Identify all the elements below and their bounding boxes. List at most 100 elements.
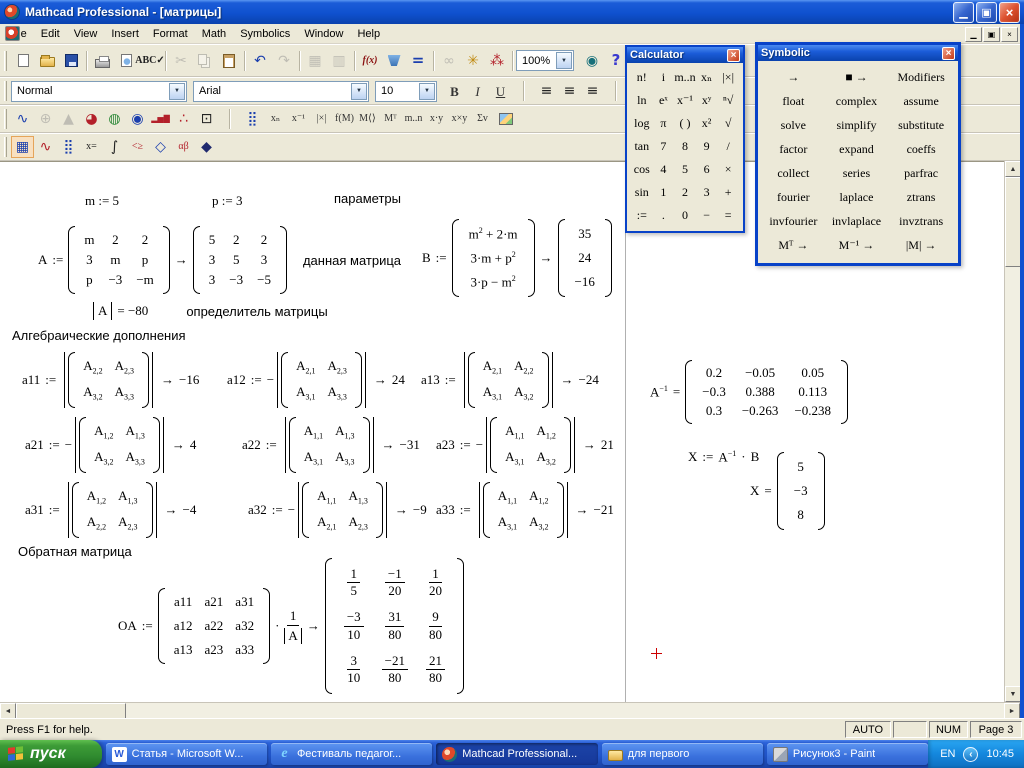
vertical-scrollbar[interactable]: ▲ ▼ [1004,161,1020,702]
taskbar-button-word[interactable]: W Статья - Microsoft W... [106,743,267,765]
symbolic-keyword-button[interactable]: ztrans [889,185,953,209]
menu-item[interactable]: Help [350,26,387,42]
calculator-key[interactable]: eˣ [653,89,675,112]
contour-plot-button[interactable]: ◍ [103,108,126,130]
scroll-left-arrow[interactable]: ◄ [0,703,16,719]
menu-item[interactable]: View [67,26,105,42]
vertical-scroll-thumb[interactable] [1005,177,1021,267]
determinant-button[interactable]: |×| [310,108,333,130]
insert-unit-button[interactable] [382,49,406,73]
toolbar-grip[interactable] [4,137,7,157]
close-icon[interactable]: × [942,47,955,60]
calculator-key[interactable]: log [631,112,653,135]
calculator-key[interactable]: / [717,135,739,158]
symbolic-keyword-button[interactable]: → [763,65,824,89]
symbolic-keyword-button[interactable]: assume [889,89,953,113]
calculator-key[interactable]: − [696,204,718,227]
insert-hyperlink-button[interactable]: ∞ [437,49,461,73]
chevron-down-icon[interactable]: ▼ [419,83,435,100]
open-button[interactable] [35,49,59,73]
mdi-close-button[interactable]: × [1001,27,1018,42]
language-indicator[interactable]: EN [940,748,955,760]
calculator-key[interactable]: ( ) [674,112,696,135]
boolean-palette-button[interactable]: <≥ [126,136,149,158]
transpose-button[interactable]: Mᵀ [379,108,402,130]
matrix-b-region[interactable]: B := m2 + 2·m 3·m + p2 3·p − m2 → 35 24 … [422,210,612,306]
cofactor-heading-text[interactable]: Алгебраические дополнения [12,328,186,343]
calculator-key[interactable]: m..n [674,66,696,89]
align-down-button[interactable]: ▥ [327,49,351,73]
symbolic-keyword-button[interactable]: complex [824,89,890,113]
underline-button[interactable]: U [489,80,512,102]
calculator-key[interactable]: sin [631,181,653,204]
menu-item[interactable]: Format [146,26,195,42]
params-text-region[interactable]: параметры [334,191,401,206]
symbolic-keyword-button[interactable]: M⁻¹ → [824,233,890,257]
align-right-button[interactable]: ≡ [581,80,604,102]
cross-product-button[interactable]: x×y [448,108,471,130]
evaluation-palette-button[interactable]: x= [80,136,103,158]
symbolic-keyword-button[interactable]: Mᵀ → [763,233,824,257]
3d-scatter-plot-button[interactable]: ∴ [172,108,195,130]
a33[interactable]: a33 := A1,1 A1,2 A3,1 A3,2 → − [436,482,614,538]
a32[interactable]: a32 := − A1,1 A1,3 A2,1 A2,3 → [248,482,427,538]
surface-plot-button[interactable]: ◕ [80,108,103,130]
zoom-plot-button[interactable]: ⊡ [195,108,218,130]
calculus-palette-button[interactable]: ∫ [103,136,126,158]
symbolic-keyword-button[interactable]: substitute [889,113,953,137]
a22[interactable]: a22 := A1,1 A1,3 A3,1 A3,3 → − [242,417,420,473]
mathconnex-button[interactable]: ⁂ [485,49,509,73]
calculator-key[interactable]: π [653,112,675,135]
symbolic-keyword-button[interactable]: series [824,161,890,185]
calculator-key[interactable]: × [717,158,739,181]
x-value-region[interactable]: X = 5 −3 8 [750,456,825,526]
calculator-key[interactable]: 7 [653,135,675,158]
symbolic-keyword-button[interactable]: float [763,89,824,113]
mdi-restore-button[interactable]: ▣ [983,27,1000,42]
greek-palette-button[interactable]: αβ [172,136,195,158]
m-definition-region[interactable]: m := 5 [85,193,119,209]
save-button[interactable] [59,49,83,73]
calculator-key[interactable]: x² [696,112,718,135]
mdi-minimize-button[interactable]: ▁ [965,27,982,42]
symbolic-keyword-button[interactable]: fourier [763,185,824,209]
3d-bar-plot-button[interactable]: ▂▅▇ [149,108,172,130]
vectorize-button[interactable]: f(M) [333,108,356,130]
calculator-key[interactable]: √ [717,112,739,135]
calculator-key[interactable]: |×| [717,66,739,89]
symbolic-keyword-button[interactable]: invlaplace [824,209,890,233]
symbolic-keyword-button[interactable]: collect [763,161,824,185]
title-bar[interactable]: Mathcad Professional - [матрицы] ▁ ▣ × [0,0,1024,24]
calculator-key[interactable]: = [717,204,739,227]
a21[interactable]: a21 := − A1,2 A1,3 A3,2 A3,3 → [25,417,196,473]
new-button[interactable] [11,49,35,73]
symbolic-keyword-button[interactable]: expand [824,137,890,161]
scroll-right-arrow[interactable]: ► [1004,703,1020,719]
menu-item[interactable]: Symbolics [233,26,297,42]
italic-button[interactable]: I [466,80,489,102]
symbolic-keyword-button[interactable]: |M| → [889,233,953,257]
calculator-key[interactable]: := [631,204,653,227]
polar-plot-button[interactable]: ⊕ [34,108,57,130]
toolbar-grip[interactable] [4,109,7,129]
menu-item[interactable]: Window [297,26,350,42]
calculator-key[interactable]: cos [631,158,653,181]
matrix-palette-button[interactable]: ⣿ [57,136,80,158]
cut-button[interactable]: ✂ [169,49,193,73]
chevron-down-icon[interactable]: ▼ [351,83,367,100]
a11[interactable]: a11 := A2,2 A2,3 A3,2 A3,3 → − [22,352,199,408]
vector-field-plot-button[interactable]: ◉ [126,108,149,130]
programming-palette-button[interactable]: ◇ [149,136,172,158]
symbolic-keyword-button[interactable]: invfourier [763,209,824,233]
calculator-key[interactable]: + [717,181,739,204]
calculator-key[interactable]: tan [631,135,653,158]
document-icon[interactable] [5,26,20,41]
scroll-up-arrow[interactable]: ▲ [1005,161,1021,177]
calculator-key[interactable]: 2 [674,181,696,204]
zoom-select[interactable]: 100% ▼ [516,50,574,71]
font-size-select[interactable]: 10 ▼ [375,81,437,102]
toolbar-grip[interactable] [4,51,7,71]
taskbar-button-mathcad[interactable]: Mathcad Professional... [436,743,597,765]
a-inverse-region[interactable]: A−1 = 0.2−0.050.05 −0.30.3880.113 0.3−0.… [650,361,848,423]
chevron-down-icon[interactable]: ▼ [169,83,185,100]
